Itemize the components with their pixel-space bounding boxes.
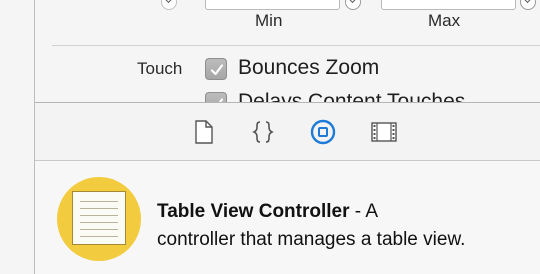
file-icon: [195, 120, 213, 144]
max-zoom-field[interactable]: [381, 0, 516, 10]
bounces-zoom-label: Bounces Zoom: [238, 56, 380, 79]
checkmark-icon: [210, 64, 224, 76]
min-zoom-stepper[interactable]: [345, 0, 361, 10]
bounces-zoom-checkbox[interactable]: [205, 58, 227, 80]
object-description: Table View Controller - A controller tha…: [157, 198, 465, 254]
touch-label: Touch: [137, 59, 183, 78]
zoom-popup-indicator[interactable]: [161, 0, 177, 10]
section-divider: [52, 45, 540, 46]
tab-media-library[interactable]: [371, 119, 397, 145]
film-strip-icon: [371, 122, 397, 142]
tab-file-template-library[interactable]: [191, 119, 217, 145]
library-tab-bar: [35, 103, 540, 161]
max-zoom-caption: Max: [428, 11, 461, 30]
tab-object-library[interactable]: [310, 119, 336, 145]
table-view-controller-icon: [57, 177, 141, 261]
min-zoom-caption: Min: [255, 11, 283, 30]
table-document-graphic: [72, 191, 126, 245]
object-title: Table View Controller: [157, 201, 350, 222]
braces-icon: [252, 121, 274, 143]
circle-square-icon: [310, 119, 336, 145]
max-zoom-stepper[interactable]: [520, 0, 536, 10]
object-summary: controller that manages a table view.: [157, 229, 466, 250]
tab-code-snippet-library[interactable]: [250, 119, 276, 145]
min-zoom-field[interactable]: [205, 0, 340, 10]
object-title-separator: - A: [349, 201, 379, 222]
